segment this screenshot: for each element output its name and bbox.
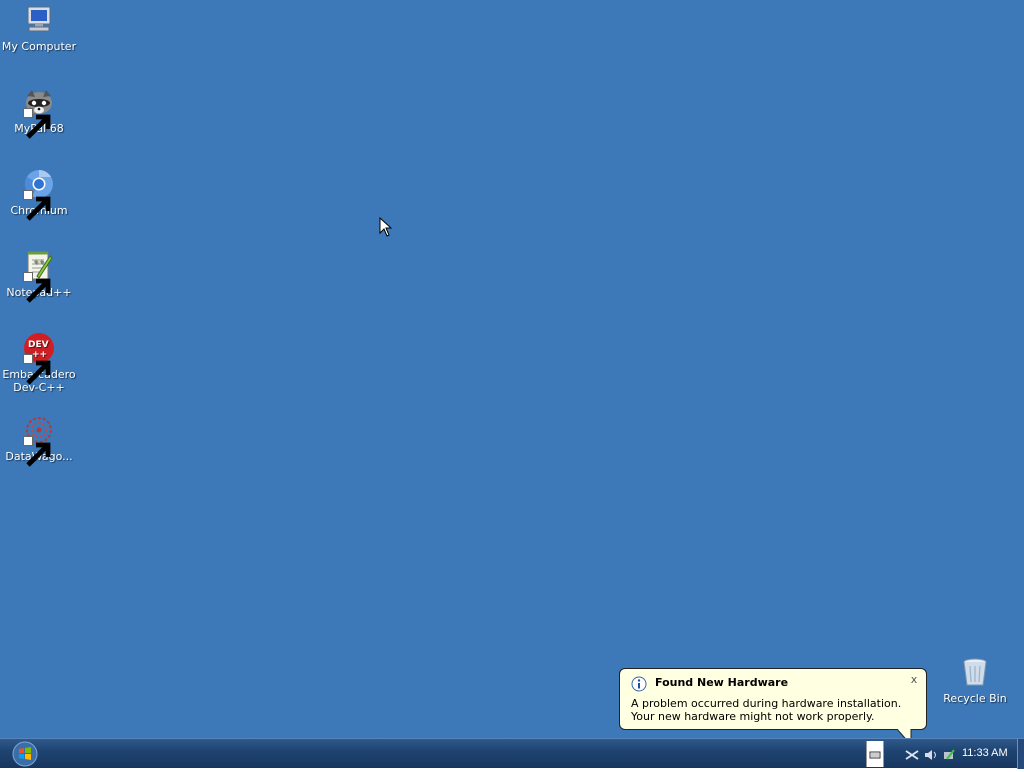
desktop-icon-devcpp[interactable]: DEV ++ Embarcadero Dev-C++ [0,332,78,394]
desktop-icon-label: Recycle Bin [943,692,1007,705]
shortcut-arrow-icon [23,354,51,385]
computer-icon [27,6,51,32]
desktop-icon-label: My Computer [1,40,77,53]
shortcut-arrow-icon [23,436,51,467]
shortcut-arrow-icon [23,190,51,221]
recycle-bin-icon [963,658,987,686]
safely-remove-icon[interactable] [941,747,957,763]
volume-icon[interactable] [923,747,939,763]
svg-text:DEV: DEV [28,340,49,350]
system-tray: 11:33 AM [862,739,1024,769]
mouse-cursor-icon [379,217,393,237]
shortcut-arrow-icon [23,108,51,139]
shortcut-arrow-icon [23,272,51,303]
notification-close-button[interactable]: x [908,674,920,686]
desktop-icon-datawagon[interactable]: DataWago... [0,414,78,467]
desktop-icon-recycle-bin[interactable]: Recycle Bin [936,656,1014,705]
windows-orb-icon [12,741,38,767]
network-icon[interactable] [904,747,920,763]
taskbar: 11:33 AM [0,738,1024,769]
svg-text:++: ++ [33,258,45,266]
desktop-icon-chromium[interactable]: Chromium [0,168,78,221]
keyboard-icon[interactable] [866,741,884,767]
notification-title: Found New Hardware [655,676,789,689]
start-button[interactable] [8,740,42,768]
desktop-icon-my-computer[interactable]: My Computer [0,4,78,53]
notification-message: A problem occurred during hardware insta… [631,697,902,723]
taskbar-clock[interactable]: 11:33 AM [962,747,1008,759]
notification-balloon[interactable]: Found New Hardware x A problem occurred … [619,668,927,730]
desktop: My Computer MyPal 68 Chromium ++ Notepad… [0,0,1024,747]
info-icon [631,676,647,692]
show-desktop-button[interactable] [1017,739,1024,769]
desktop-icon-notepadpp[interactable]: ++ Notepad++ [0,250,78,303]
desktop-icon-mypal[interactable]: MyPal 68 [0,86,78,139]
